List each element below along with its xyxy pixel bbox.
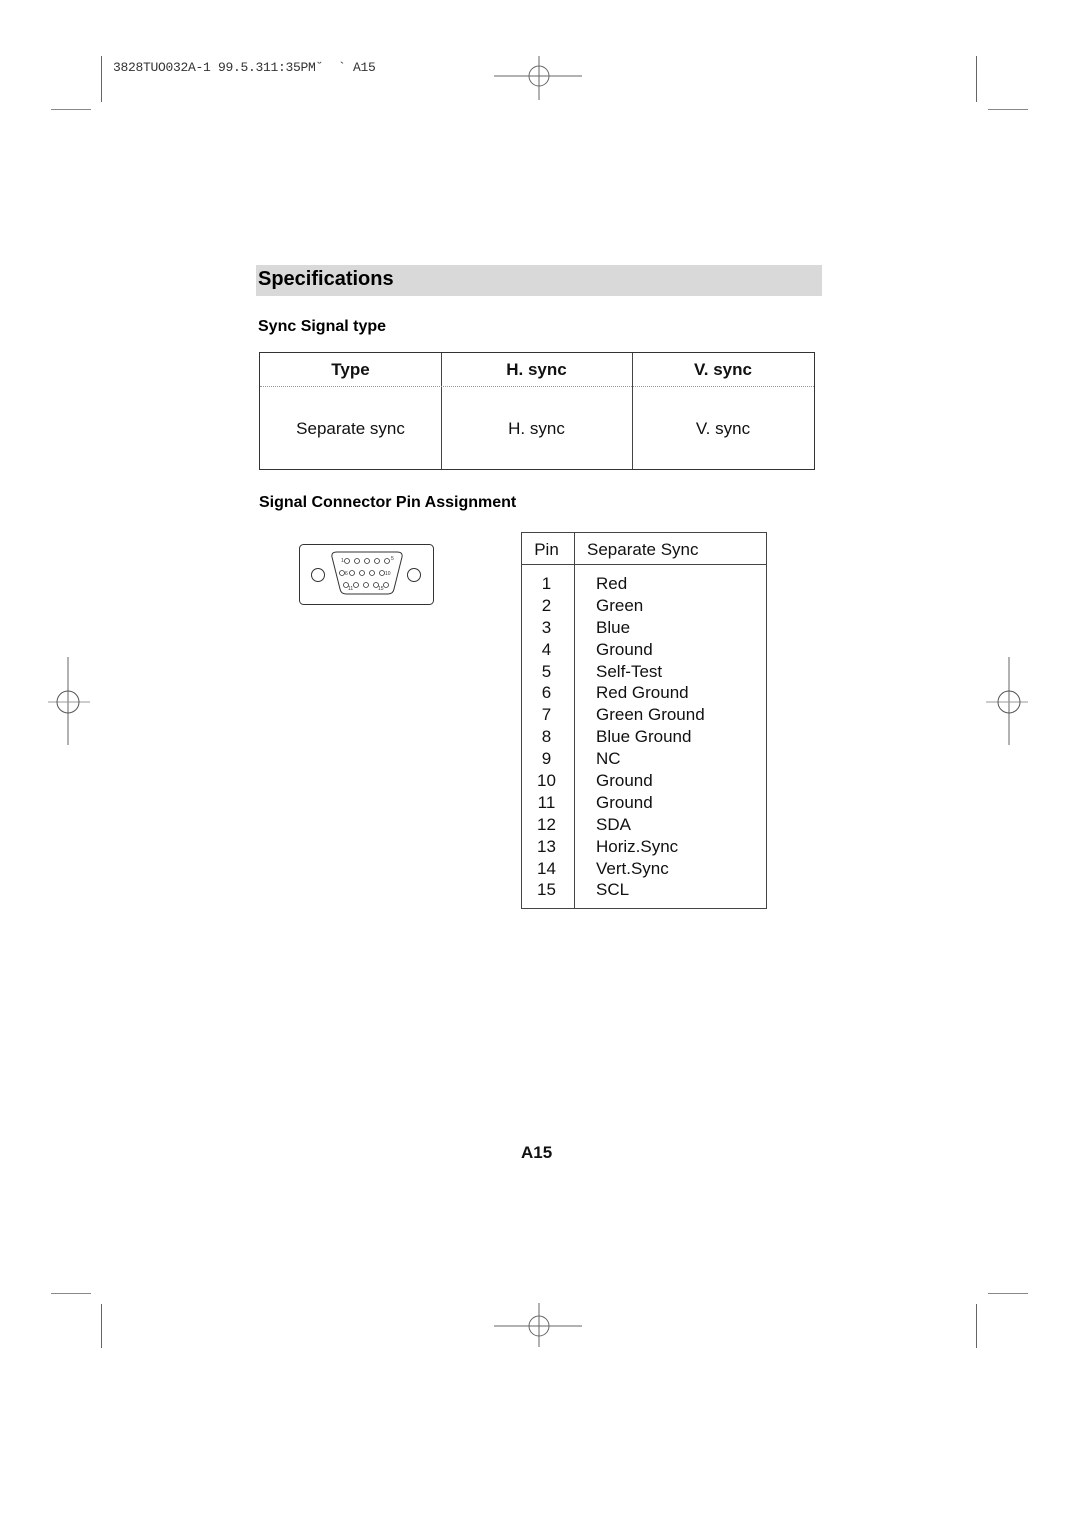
- print-job-header: 3828TUO032A-1 99.5.311:35PM˘ ` A15: [113, 60, 376, 75]
- crop-mark-bottom-right-vertical: [976, 1304, 977, 1348]
- pin-rows: 1 Red 2 Green 3 Blue 4 Ground 5 Self-Test 6 Red Gro…: [522, 573, 766, 901]
- pin-signal: Green Ground: [596, 705, 705, 725]
- connector-pin-label: 1: [341, 558, 344, 564]
- column-header-pin: Pin: [534, 540, 559, 559]
- table-row: 9 NC: [522, 748, 766, 770]
- sync-signal-heading: Sync Signal type: [258, 318, 387, 335]
- pin-assignment-heading: Signal Connector Pin Assignment: [259, 494, 517, 511]
- pin-number: 11: [537, 792, 556, 812]
- table-divider: [260, 386, 814, 387]
- table-row: 14 Vert.Sync: [522, 858, 766, 880]
- pin-number: 14: [537, 858, 556, 878]
- column-header-type: Type: [331, 360, 370, 379]
- table-row: 4 Ground: [522, 639, 766, 661]
- table-row: 10 Ground: [522, 770, 766, 792]
- pin-signal: Red: [596, 574, 628, 593]
- column-header-v-sync: V. sync: [694, 360, 752, 379]
- crop-mark-bottom-left-vertical: [101, 1304, 102, 1348]
- column-header-separate-sync: Separate Sync: [587, 540, 699, 559]
- pin-number: 10: [537, 771, 556, 791]
- pin-signal: SCL: [596, 880, 630, 900]
- pin-number: 3: [541, 617, 552, 637]
- connector-pin-label: 15: [378, 586, 384, 592]
- pin-number: 12: [537, 814, 556, 834]
- registration-mark-right-icon: [986, 657, 1028, 745]
- pin-number: 1: [541, 574, 552, 593]
- table-cell-type: Separate sync: [296, 419, 405, 438]
- table-row: 13 Horiz.Sync: [522, 836, 766, 858]
- pin-signal: Ground: [596, 792, 653, 812]
- sync-signal-table: Type H. sync V. sync Separate sync H. sy…: [259, 352, 815, 470]
- registration-mark-left-icon: [48, 657, 90, 745]
- pin-signal: Blue Ground: [596, 727, 692, 747]
- table-row: 11 Ground: [522, 792, 766, 814]
- pin-number: 4: [541, 639, 552, 659]
- pin-signal: Ground: [596, 771, 653, 791]
- pin-number: 6: [541, 683, 552, 703]
- page-number: A15: [521, 1143, 553, 1162]
- table-row: 6 Red Ground: [522, 682, 766, 704]
- crop-mark-top-right-vertical: [976, 56, 977, 102]
- table-row: 3 Blue: [522, 617, 766, 639]
- connector-pin-label: 6: [345, 571, 348, 577]
- pin-number: 15: [537, 880, 556, 900]
- table-row: 15 SCL: [522, 879, 766, 901]
- pin-number: 5: [541, 661, 552, 681]
- pin-signal: NC: [596, 749, 621, 769]
- pin-signal: Green: [596, 595, 644, 615]
- crop-mark-bottom-left-horizontal: [51, 1293, 91, 1294]
- table-cell-h-sync: H. sync: [508, 419, 565, 438]
- d-sub-15-pin-connector-icon: 1 5 6 10 11 15: [299, 544, 434, 605]
- pin-signal: Horiz.Sync: [596, 836, 679, 856]
- pin-signal: Ground: [596, 639, 653, 659]
- table-row: 5 Self-Test: [522, 661, 766, 683]
- column-header-h-sync: H. sync: [506, 360, 567, 379]
- table-row: 12 SDA: [522, 814, 766, 836]
- connector-pin-label: 11: [348, 586, 353, 592]
- pin-number: 8: [541, 727, 552, 747]
- connector-pin-label: 10: [385, 571, 391, 577]
- table-row: 2 Green: [522, 595, 766, 617]
- table-row: 1 Red: [522, 573, 766, 595]
- pin-signal: Self-Test: [596, 661, 663, 681]
- table-cell-v-sync: V. sync: [695, 419, 751, 438]
- pin-signal: Red Ground: [596, 683, 689, 703]
- pin-signal: Vert.Sync: [596, 858, 669, 878]
- table-row: 8 Blue Ground: [522, 726, 766, 748]
- table-divider: [522, 564, 766, 565]
- connector-pin-label: 5: [391, 556, 394, 562]
- pin-number: 9: [541, 749, 552, 769]
- pin-assignment-table: Pin Separate Sync 1 Red 2 Green 3 Blue 4 Ground…: [521, 532, 767, 909]
- table-row: 7 Green Ground: [522, 704, 766, 726]
- section-title: Specifications: [258, 268, 394, 290]
- crop-mark-top-left-horizontal: [51, 109, 91, 110]
- pin-number: 2: [541, 595, 552, 615]
- pin-signal: SDA: [596, 814, 631, 834]
- pin-signal: Blue: [596, 617, 631, 637]
- crop-mark-top-left-vertical: [101, 56, 102, 102]
- registration-mark-bottom-icon: [494, 1303, 582, 1347]
- pin-number: 7: [541, 705, 552, 725]
- pin-number: 13: [537, 836, 556, 856]
- registration-mark-top-icon: [494, 56, 582, 100]
- crop-mark-top-right-horizontal: [988, 109, 1028, 110]
- crop-mark-bottom-right-horizontal: [988, 1293, 1028, 1294]
